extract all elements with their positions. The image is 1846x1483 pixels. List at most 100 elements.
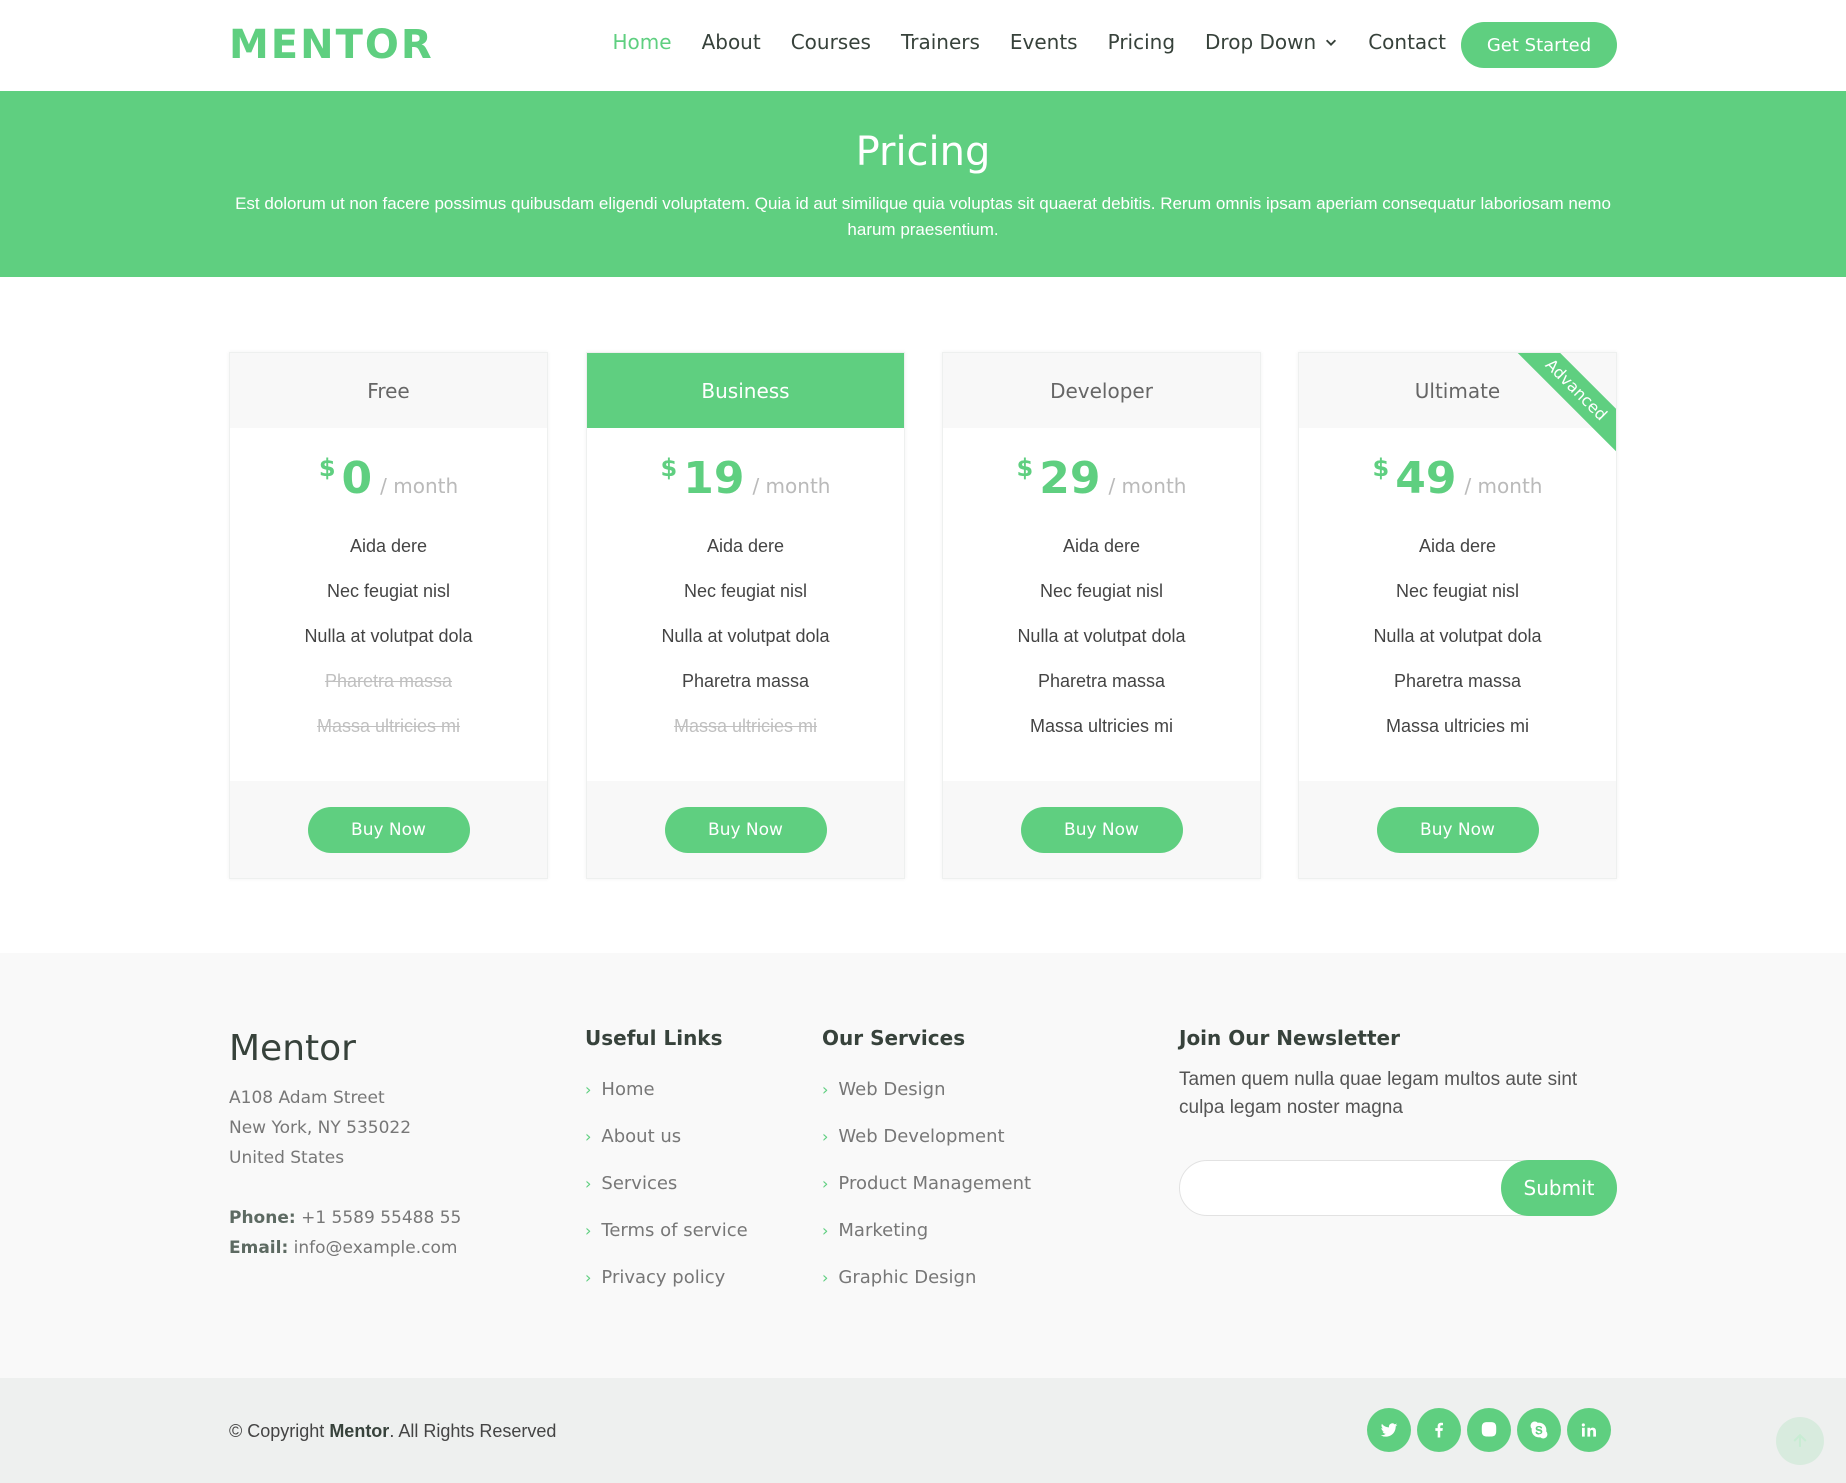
- linkedin-link[interactable]: [1567, 1408, 1611, 1452]
- skype-link[interactable]: [1517, 1408, 1561, 1452]
- address-line: A108 Adam Street: [229, 1088, 385, 1108]
- logo[interactable]: MENTOR: [229, 22, 434, 68]
- footer-link[interactable]: › Privacy policy: [585, 1254, 748, 1301]
- feature-item: Massa ultricies mi: [1385, 716, 1530, 736]
- feature-list: Aida dere Nec feugiat nisl Nulla at volu…: [587, 524, 904, 749]
- feature-item: Nulla at volutpat dola: [661, 626, 830, 646]
- get-started-button[interactable]: Get Started: [1461, 22, 1617, 68]
- page-hero: Pricing Est dolorum ut non facere possim…: [0, 91, 1846, 277]
- submit-button[interactable]: Submit: [1501, 1160, 1617, 1216]
- nav-trainers[interactable]: Trainers: [901, 30, 980, 54]
- service-link[interactable]: › Web Development: [822, 1113, 1031, 1160]
- chevron-right-icon: ›: [585, 1080, 592, 1099]
- copyright: © Copyright Mentor. All Rights Reserved: [229, 1421, 556, 1442]
- plan-price: $ 49 / month: [1299, 454, 1616, 504]
- instagram-link[interactable]: [1467, 1408, 1511, 1452]
- useful-links: Useful Links › Home › About us › Services ›…: [585, 1026, 748, 1301]
- plan-name: Developer: [943, 353, 1260, 428]
- feature-item: Aida dere: [706, 536, 785, 556]
- site-header: MENTOR Home About Courses Trainers Event…: [0, 0, 1846, 91]
- footer-bottom: © Copyright Mentor. All Rights Reserved: [0, 1378, 1846, 1483]
- footer-link-label: Services: [601, 1173, 678, 1194]
- twitter-link[interactable]: [1367, 1408, 1411, 1452]
- service-link[interactable]: › Graphic Design: [822, 1254, 1031, 1301]
- nav-dropdown-label: Drop Down: [1205, 30, 1317, 54]
- service-link[interactable]: › Product Management: [822, 1160, 1031, 1207]
- nav-about[interactable]: About: [702, 30, 761, 54]
- feature-item: Nulla at volutpat dola: [1017, 626, 1186, 646]
- copyright-suffix: . All Rights Reserved: [389, 1421, 557, 1441]
- skype-icon: [1530, 1421, 1548, 1439]
- chevron-right-icon: ›: [822, 1127, 829, 1146]
- card-footer: Buy Now: [230, 781, 547, 878]
- nav-contact[interactable]: Contact: [1368, 30, 1446, 54]
- facebook-link[interactable]: [1417, 1408, 1461, 1452]
- email-label: Email:: [229, 1238, 289, 1258]
- plan-name: Business: [587, 353, 904, 428]
- service-link[interactable]: › Web Design: [822, 1066, 1031, 1113]
- chevron-right-icon: ›: [822, 1080, 829, 1099]
- footer-link[interactable]: › Home: [585, 1066, 748, 1113]
- pricing-card-free: Free $ 0 / month Aida dere Nec feugiat n…: [229, 352, 548, 879]
- feature-item: Nulla at volutpat dola: [304, 626, 473, 646]
- feature-item: Pharetra massa: [681, 671, 810, 691]
- buy-now-button[interactable]: Buy Now: [1020, 806, 1183, 853]
- footer-contact: Phone: +1 5589 55488 55 Email: info@exam…: [229, 1203, 461, 1263]
- copyright-prefix: © Copyright: [229, 1421, 330, 1441]
- useful-links-title: Useful Links: [585, 1026, 723, 1050]
- buy-now-button[interactable]: Buy Now: [307, 806, 470, 853]
- nav-dropdown[interactable]: Drop Down: [1205, 30, 1338, 54]
- chevron-right-icon: ›: [585, 1127, 592, 1146]
- chevron-right-icon: ›: [822, 1174, 829, 1193]
- feature-item-unavailable: Massa ultricies mi: [673, 716, 818, 736]
- our-services-title: Our Services: [822, 1026, 966, 1050]
- plan-price: $ 29 / month: [943, 454, 1260, 504]
- feature-item: Pharetra massa: [1037, 671, 1166, 691]
- service-link-label: Web Development: [838, 1126, 1005, 1147]
- buy-now-button[interactable]: Buy Now: [664, 806, 827, 853]
- footer-address: A108 Adam Street New York, NY 535022 Uni…: [229, 1083, 411, 1173]
- feature-item: Nulla at volutpat dola: [1373, 626, 1542, 646]
- newsletter-text: Tamen quem nulla quae legam multos aute …: [1179, 1069, 1578, 1118]
- price-amount: 0: [341, 453, 373, 504]
- chevron-down-icon: [1326, 39, 1337, 46]
- card-footer: Buy Now: [1299, 781, 1616, 878]
- social-links: [1367, 1408, 1611, 1452]
- price-period: / month: [752, 474, 831, 498]
- nav-home[interactable]: Home: [613, 30, 672, 54]
- newsletter-title: Join Our Newsletter: [1179, 1026, 1400, 1050]
- plan-name: Free: [230, 353, 547, 428]
- currency-symbol: $: [318, 454, 336, 482]
- buy-now-button[interactable]: Buy Now: [1376, 806, 1539, 853]
- feature-item-unavailable: Massa ultricies mi: [316, 716, 461, 736]
- address-line: New York, NY 535022: [229, 1118, 412, 1138]
- footer-link[interactable]: › Services: [585, 1160, 748, 1207]
- email-value[interactable]: info@example.com: [294, 1238, 458, 1258]
- nav-courses[interactable]: Courses: [791, 30, 871, 54]
- arrow-up-icon: [1793, 1433, 1807, 1447]
- plan-price: $ 19 / month: [587, 454, 904, 504]
- pricing-card-ultimate: Advanced Ultimate $ 49 / month Aida dere…: [1298, 352, 1617, 879]
- newsletter: Join Our Newsletter Tamen quem nulla qua…: [1179, 1026, 1617, 1216]
- pricing-card-developer: Developer $ 29 / month Aida dere Nec feu…: [942, 352, 1261, 879]
- newsletter-email-input[interactable]: [1180, 1161, 1500, 1215]
- feature-item: Nec feugiat nisl: [1039, 581, 1164, 601]
- footer-link-label: About us: [601, 1126, 682, 1147]
- nav-events[interactable]: Events: [1010, 30, 1078, 54]
- service-link-label: Product Management: [838, 1173, 1032, 1194]
- price-period: / month: [1464, 474, 1543, 498]
- footer-link[interactable]: › Terms of service: [585, 1207, 748, 1254]
- main-nav: Home About Courses Trainers Events Prici…: [583, 30, 1447, 54]
- page-title: Pricing: [855, 129, 991, 175]
- back-to-top-button[interactable]: [1776, 1417, 1824, 1465]
- plan-price: $ 0 / month: [230, 454, 547, 504]
- card-footer: Buy Now: [587, 781, 904, 878]
- phone-label: Phone:: [229, 1208, 296, 1228]
- card-footer: Buy Now: [943, 781, 1260, 878]
- nav-pricing[interactable]: Pricing: [1108, 30, 1175, 54]
- service-link-label: Web Design: [838, 1079, 946, 1100]
- service-link[interactable]: › Marketing: [822, 1207, 1031, 1254]
- footer-brand: Mentor: [229, 1028, 356, 1069]
- price-period: / month: [1108, 474, 1187, 498]
- footer-link[interactable]: › About us: [585, 1113, 748, 1160]
